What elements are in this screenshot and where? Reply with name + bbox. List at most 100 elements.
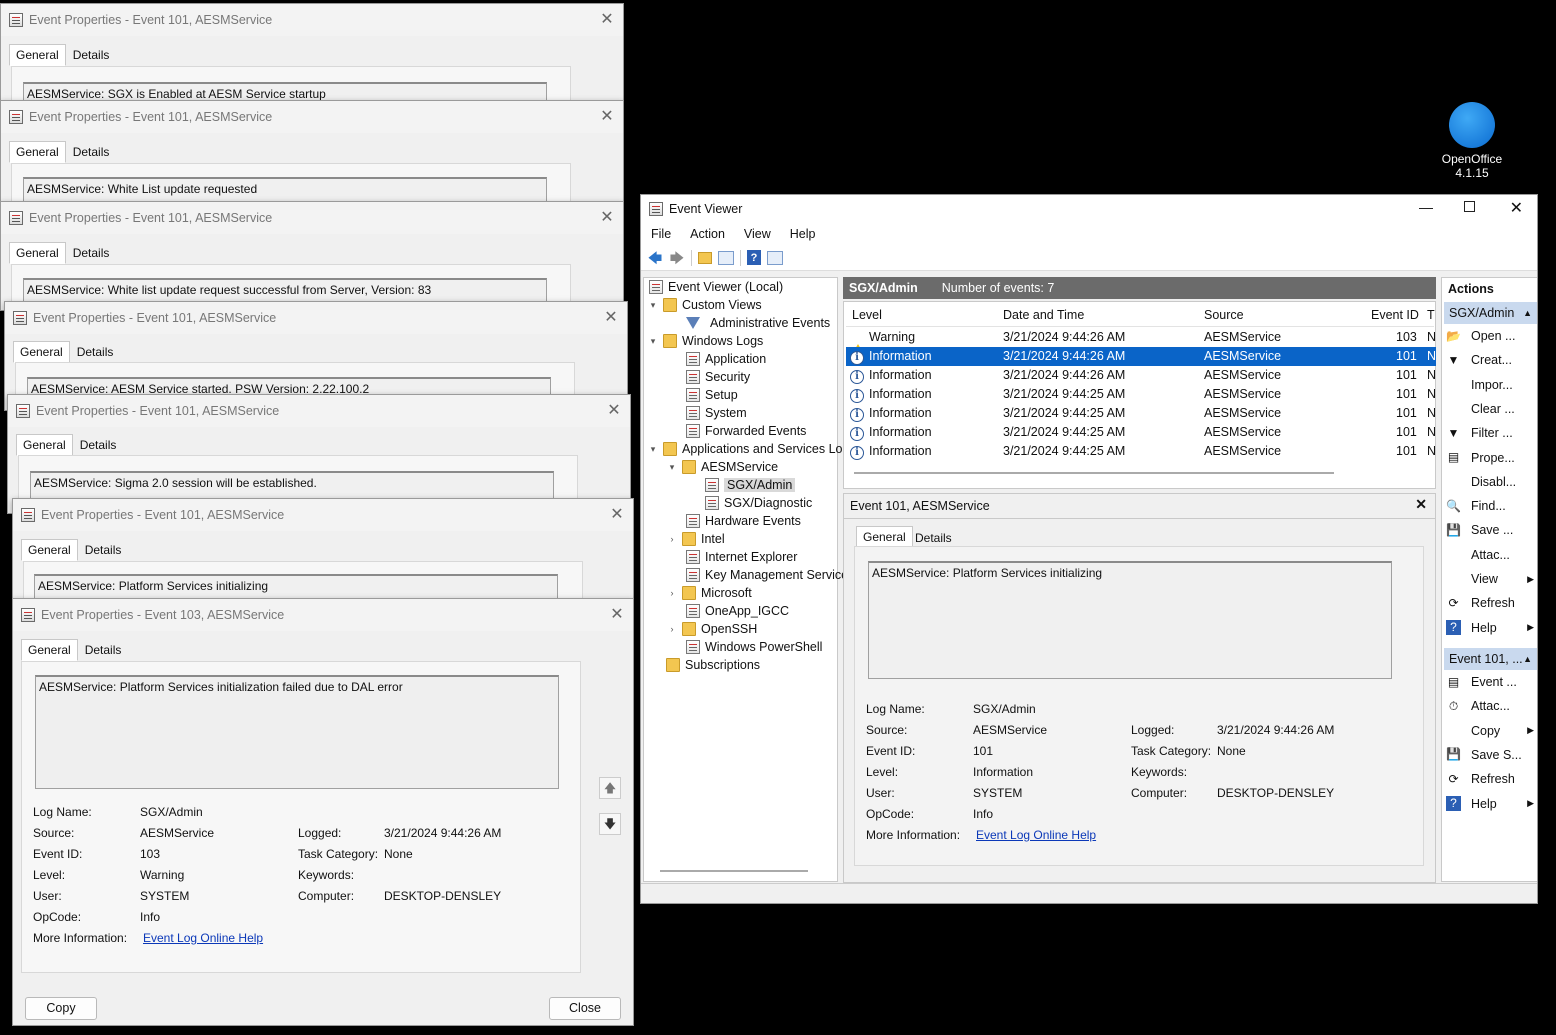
close-icon[interactable]: ✕ — [599, 109, 615, 125]
tree-aesmservice[interactable]: AESMService — [701, 460, 778, 474]
tree-intel[interactable]: Intel — [701, 532, 725, 546]
tree-sgx-admin[interactable]: SGX/Admin — [724, 478, 796, 492]
table-row[interactable]: i Information 3/21/2024 9:44:25 AM AESMServ… — [846, 404, 1436, 423]
tab-general[interactable]: General — [21, 639, 78, 661]
close-icon[interactable]: ✕ — [609, 607, 625, 623]
arrow-up-icon[interactable]: 🡅 — [599, 777, 621, 799]
tab-general[interactable]: General — [13, 341, 70, 363]
event-properties-window-1[interactable]: Event Properties - Event 101, AESMServic… — [0, 3, 624, 113]
show-hide-tree-icon[interactable] — [718, 250, 734, 265]
minimize-icon[interactable]: — — [1419, 199, 1433, 215]
action-event-properties[interactable]: ▤ Event ... — [1446, 671, 1537, 693]
close-icon[interactable]: ✕ — [609, 507, 625, 523]
table-horizontal-scrollbar[interactable] — [854, 472, 1334, 474]
menu-file[interactable]: File — [641, 223, 680, 245]
action-clear-log[interactable]: Clear ... — [1446, 398, 1537, 420]
tab-details[interactable]: Details — [78, 539, 129, 561]
forward-icon[interactable]: 🡆 — [669, 250, 685, 266]
table-row[interactable]: i Information 3/21/2024 9:44:25 AM AESMServ… — [846, 442, 1436, 461]
tree-security[interactable]: Security — [705, 370, 750, 384]
action-create-custom-view[interactable]: ▼ Creat... — [1446, 349, 1537, 371]
table-row[interactable]: i Information 3/21/2024 9:44:26 AM AESMServ… — [846, 366, 1436, 385]
event-log-online-help-link[interactable]: Event Log Online Help — [143, 931, 263, 945]
column-date-and-time[interactable]: Date and Time — [1003, 308, 1084, 322]
tab-general[interactable]: General — [21, 539, 78, 561]
column-event-id[interactable]: Event ID — [1371, 308, 1419, 322]
action-save-selected-events[interactable]: 💾 Save S... — [1446, 744, 1537, 766]
column-task[interactable]: T — [1427, 308, 1435, 322]
action-view[interactable]: View ▶ — [1446, 568, 1537, 590]
arrow-down-icon[interactable]: 🡇 — [599, 813, 621, 835]
action-help[interactable]: ? Help ▶ — [1446, 617, 1537, 639]
event-properties-window-front[interactable]: Event Properties - Event 103, AESMServic… — [12, 598, 634, 1026]
event-viewer-window[interactable]: Event Viewer — ✕ File Action View Help 🡄… — [640, 194, 1538, 904]
tab-general[interactable]: General — [16, 434, 73, 456]
close-icon[interactable]: ✕ — [599, 12, 615, 28]
close-button[interactable]: Close — [549, 997, 621, 1020]
action-import-custom-view[interactable]: Impor... — [1446, 374, 1537, 396]
table-row[interactable]: Warning 3/21/2024 9:44:26 AM AESMService 10… — [846, 328, 1436, 358]
tree-root[interactable]: Event Viewer (Local) — [668, 280, 783, 294]
tree-subscriptions[interactable]: Subscriptions — [685, 658, 760, 672]
action-properties[interactable]: ▤ Prope... — [1446, 447, 1537, 469]
action-disable-log[interactable]: Disabl... — [1446, 471, 1537, 493]
back-icon[interactable]: 🡄 — [647, 250, 663, 266]
action-attach-task[interactable]: Attac... — [1446, 544, 1537, 566]
menu-action[interactable]: Action — [680, 223, 734, 245]
table-row[interactable]: i Information 3/21/2024 9:44:25 AM AESMServ… — [846, 423, 1436, 442]
action-refresh[interactable]: ⟳ Refresh — [1446, 592, 1537, 614]
tree-application[interactable]: Application — [705, 352, 766, 366]
action-refresh[interactable]: ⟳ Refresh — [1446, 768, 1537, 790]
close-icon[interactable]: ✕ — [606, 403, 622, 419]
column-level[interactable]: Level — [852, 308, 882, 322]
chevron-down-icon[interactable]: ▾ — [647, 336, 659, 347]
chevron-down-icon[interactable]: ▾ — [666, 462, 678, 473]
tree-openssh[interactable]: OpenSSH — [701, 622, 757, 636]
tab-general[interactable]: General — [856, 526, 913, 548]
tree-horizontal-scrollbar[interactable] — [660, 870, 808, 872]
tab-details[interactable]: Details — [73, 434, 124, 456]
tab-details[interactable]: Details — [66, 242, 117, 264]
tree-forwarded-events[interactable]: Forwarded Events — [705, 424, 806, 438]
tab-details[interactable]: Details — [66, 44, 117, 66]
tree-windows-powershell[interactable]: Windows PowerShell — [705, 640, 822, 654]
menu-view[interactable]: View — [734, 223, 780, 245]
tab-details[interactable]: Details — [66, 141, 117, 163]
tab-general[interactable]: General — [9, 242, 66, 264]
event-properties-window-3[interactable]: Event Properties - Event 101, AESMServic… — [0, 201, 624, 311]
tree-administrative-events[interactable]: Administrative Events — [710, 316, 830, 330]
tree-custom-views[interactable]: Custom Views — [682, 298, 762, 312]
table-row[interactable]: i Information 3/21/2024 9:44:25 AM AESMServ… — [846, 385, 1436, 404]
maximize-icon[interactable] — [1464, 201, 1475, 212]
chevron-right-icon[interactable]: › — [666, 624, 678, 634]
action-open-saved-log[interactable]: 📂 Open ... — [1446, 325, 1537, 347]
show-hide-action-pane-icon[interactable] — [767, 250, 783, 265]
tree-applications-and-services[interactable]: Applications and Services Lo — [682, 442, 843, 456]
help-icon[interactable]: ? — [747, 250, 761, 265]
event-properties-window-5[interactable]: Event Properties - Event 101, AESMServic… — [7, 394, 631, 514]
close-icon[interactable]: ✕ — [1510, 198, 1523, 218]
tab-general[interactable]: General — [9, 141, 66, 163]
collapse-icon[interactable]: ▲ — [1523, 308, 1532, 318]
up-folder-icon[interactable] — [698, 251, 712, 264]
tree-microsoft[interactable]: Microsoft — [701, 586, 752, 600]
tab-details[interactable]: Details — [78, 639, 129, 661]
action-copy[interactable]: Copy ▶ — [1446, 720, 1537, 742]
tree-setup[interactable]: Setup — [705, 388, 738, 402]
action-attach-task-to-event[interactable]: ⏱ Attac... — [1446, 695, 1537, 717]
menu-help[interactable]: Help — [780, 223, 825, 245]
openoffice-desktop-icon[interactable]: OpenOffice 4.1.15 — [1432, 102, 1512, 180]
chevron-right-icon[interactable]: › — [666, 534, 678, 544]
chevron-right-icon[interactable]: › — [666, 588, 678, 598]
close-icon[interactable]: ✕ — [599, 210, 615, 226]
tree-oneapp-igcc[interactable]: OneApp_IGCC — [705, 604, 789, 618]
action-filter-current-log[interactable]: ▼ Filter ... — [1446, 422, 1537, 444]
actions-group-event[interactable]: Event 101, ... ▲ — [1444, 648, 1537, 670]
actions-group-sgx-admin[interactable]: SGX/Admin ▲ — [1444, 302, 1537, 324]
action-find[interactable]: 🔍 Find... — [1446, 495, 1537, 517]
close-icon[interactable]: ✕ — [1415, 496, 1427, 513]
tree-key-management-service[interactable]: Key Management Service — [705, 568, 848, 582]
tab-details[interactable]: Details — [70, 341, 121, 363]
chevron-down-icon[interactable]: ▾ — [647, 300, 659, 311]
tab-general[interactable]: General — [9, 44, 66, 66]
